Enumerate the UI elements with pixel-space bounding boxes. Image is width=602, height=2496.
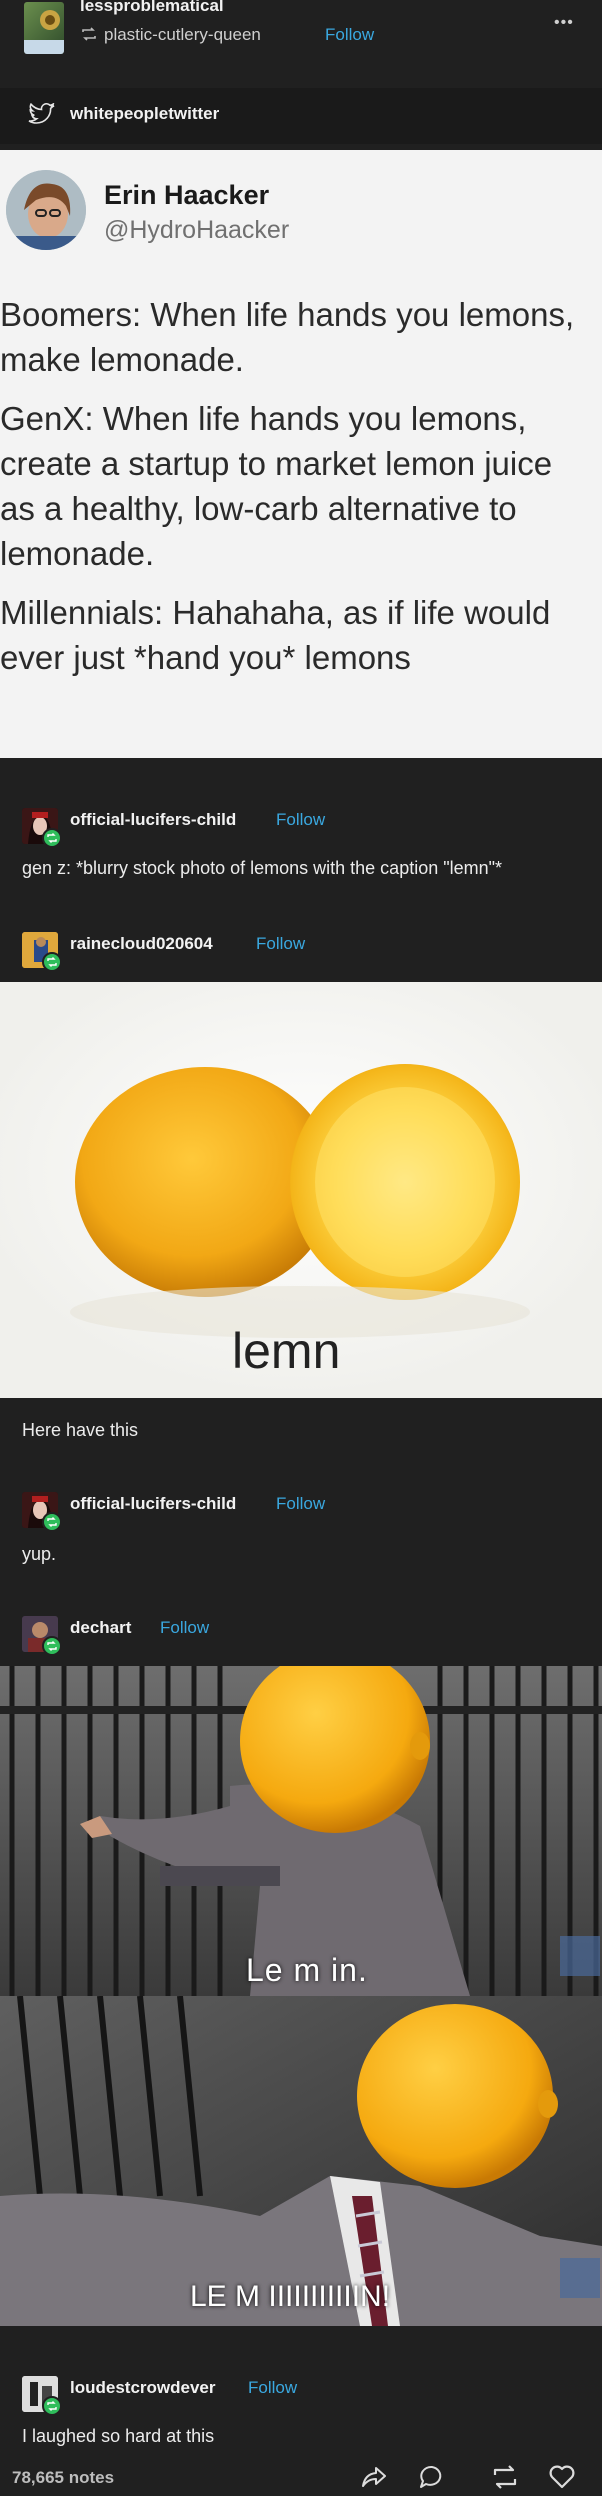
blog-name[interactable]: lessproblematical bbox=[80, 0, 224, 16]
follow-button[interactable]: Follow bbox=[248, 2378, 297, 2398]
source-bar: whitepeopletwitter bbox=[0, 88, 602, 144]
lemon-stock-photo: lemn bbox=[0, 982, 602, 1398]
tweet-handle: @HydroHaacker bbox=[104, 216, 290, 244]
twitter-bird-icon bbox=[28, 102, 56, 132]
reblog-entry: rainecloud020604 Follow bbox=[0, 926, 602, 986]
reblog-badge-icon bbox=[42, 2396, 62, 2416]
tweet-avatar bbox=[6, 170, 86, 250]
tweet-line: GenX: When life hands you lemons, bbox=[0, 400, 527, 437]
username[interactable]: official-lucifers-child bbox=[70, 1494, 236, 1514]
meme-caption-bottom: LE M IIIIIIIIIIIN! bbox=[190, 2280, 391, 2313]
reblog-entry: dechart Follow bbox=[0, 1610, 602, 1666]
reblog-text: Here have this bbox=[22, 1420, 139, 1440]
tweet-line: as a healthy, low-carb alternative to bbox=[0, 490, 517, 527]
reblog-entry: official-lucifers-child Follow gen z: *b… bbox=[0, 800, 602, 910]
reblog-badge-icon bbox=[42, 1636, 62, 1656]
username[interactable]: rainecloud020604 bbox=[70, 934, 213, 954]
post-header: lessproblematical plastic-cutlery-queen … bbox=[0, 0, 602, 66]
reblog-entry: official-lucifers-child Follow yup. bbox=[0, 1486, 602, 1566]
tweet-line: Millennials: Hahahaha, as if life would bbox=[0, 594, 551, 631]
meme-panel-top: Le m in. bbox=[0, 1666, 602, 1996]
reply-icon[interactable] bbox=[418, 2464, 446, 2490]
username[interactable]: loudestcrowdever bbox=[70, 2378, 216, 2398]
tweet-screenshot: Erin Haacker @HydroHaacker Boomers: When… bbox=[0, 150, 602, 758]
reblog-text: I laughed so hard at this bbox=[22, 2426, 215, 2446]
tweet-line: create a startup to market lemon juice bbox=[0, 445, 553, 482]
follow-button[interactable]: Follow bbox=[160, 1618, 209, 1638]
meme-image: Le m in. LE M IIIIIIIIIIIN! bbox=[0, 1666, 602, 2326]
reblog-entry: loudestcrowdever Follow I laughed so har… bbox=[0, 2370, 602, 2450]
meme-panel-bottom: LE M IIIIIIIIIIIN! bbox=[0, 1995, 602, 2326]
reblog-icon[interactable] bbox=[490, 2464, 520, 2490]
reblogged-from[interactable]: plastic-cutlery-queen bbox=[104, 25, 261, 45]
reblog-badge-icon bbox=[42, 1512, 62, 1532]
image-caption: lemn bbox=[232, 1323, 341, 1379]
like-heart-icon[interactable] bbox=[548, 2464, 576, 2490]
share-icon[interactable] bbox=[360, 2464, 388, 2490]
follow-button[interactable]: Follow bbox=[276, 1494, 325, 1514]
reblog-text: gen z: *blurry stock photo of lemons wit… bbox=[22, 858, 503, 878]
follow-button[interactable]: Follow bbox=[256, 934, 305, 954]
post-footer: 78,665 notes bbox=[0, 2458, 602, 2496]
username[interactable]: dechart bbox=[70, 1618, 131, 1638]
reblog-badge-icon bbox=[42, 828, 62, 848]
follow-button[interactable]: Follow bbox=[276, 810, 325, 830]
tweet-line: Boomers: When life hands you lemons, bbox=[0, 296, 575, 333]
meme-caption-top: Le m in. bbox=[246, 1952, 368, 1988]
blog-avatar[interactable] bbox=[24, 2, 64, 54]
reblog-text: yup. bbox=[22, 1544, 57, 1564]
more-options-icon[interactable]: ••• bbox=[554, 14, 574, 32]
tweet-line: make lemonade. bbox=[0, 341, 244, 378]
reblog-icon bbox=[80, 26, 98, 47]
username[interactable]: official-lucifers-child bbox=[70, 810, 236, 830]
notes-count[interactable]: 78,665 notes bbox=[12, 2468, 114, 2488]
tweet-display-name: Erin Haacker bbox=[104, 180, 270, 210]
reblog-badge-icon bbox=[42, 952, 62, 972]
source-name[interactable]: whitepeopletwitter bbox=[70, 104, 219, 124]
follow-button[interactable]: Follow bbox=[325, 25, 374, 45]
tweet-line: lemonade. bbox=[0, 535, 155, 572]
tweet-line: ever just *hand you* lemons bbox=[0, 639, 411, 676]
tweet-body: Boomers: When life hands you lemons, mak… bbox=[0, 292, 602, 680]
